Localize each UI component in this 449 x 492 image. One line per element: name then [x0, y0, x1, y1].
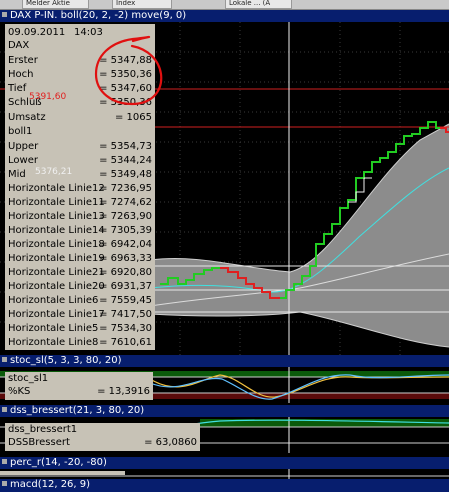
- row-label: Horizontale Linie6: [8, 295, 99, 306]
- row-value: = 7263,90: [99, 211, 152, 222]
- row-value: = 6920,80: [99, 267, 152, 278]
- info-row-umsatz: Umsatz = 1065: [8, 111, 152, 124]
- tab-index[interactable]: Index: [112, 0, 172, 9]
- row-label: Horizontale Linie12: [8, 183, 105, 194]
- row-value: = 5349,48: [99, 169, 152, 180]
- row-label: Horizontale Linie17: [8, 309, 105, 320]
- info-date: 09.09.2011: [8, 27, 66, 38]
- perc-panel-title: perc_r(14, -20, -80): [10, 457, 107, 468]
- main-panel-title: DAX P-IN. boll(20, 2, -2) move(9, 0): [10, 10, 187, 21]
- dss-name: dss_bressert1: [8, 424, 78, 435]
- row-value: = 7236,95: [99, 183, 152, 194]
- row-value: = 7417,50: [99, 309, 152, 320]
- dss-key: DSSBressert: [8, 437, 70, 448]
- main-panel-titlebar[interactable]: DAX P-IN. boll(20, 2, -2) move(9, 0): [0, 10, 449, 22]
- boll-row: Lower = 5344,24: [8, 154, 152, 167]
- boll-name: boll1: [8, 126, 33, 137]
- row-label: Erster: [8, 55, 38, 66]
- row-label: Horizontale Linie21: [8, 267, 105, 278]
- boll-row: Mid = 5349,48: [8, 168, 152, 181]
- stoc-info-panel: stoc_sl1 %KS = 13,3916: [5, 372, 153, 400]
- perc-chart[interactable]: [0, 469, 449, 479]
- row-label: Horizontale Linie19: [8, 253, 105, 264]
- macd-panel-title: macd(12, 26, 9): [10, 479, 91, 490]
- row-label: Horizontale Linie5: [8, 323, 99, 334]
- tab-melder-aktie[interactable]: Melder Aktie: [22, 0, 89, 9]
- macd-panel-titlebar[interactable]: macd(12, 26, 9): [0, 479, 449, 492]
- price-axis-label-upper: 5391,60: [29, 92, 67, 102]
- row-label: Lower: [8, 155, 38, 166]
- boll-row: Horizontale Linie12 = 7236,95: [8, 182, 152, 195]
- row-label: Horizontale Linie18: [8, 239, 105, 250]
- stoc-name: stoc_sl1: [8, 373, 49, 384]
- row-label: Horizontale Linie11: [8, 197, 105, 208]
- panel-menu-icon[interactable]: [2, 12, 7, 17]
- row-value: = 1065: [114, 112, 152, 123]
- row-value: = 6931,37: [99, 281, 152, 292]
- boll-row: Horizontale Linie5 = 7534,30: [8, 322, 152, 335]
- boll-row: Horizontale Linie19 = 6963,33: [8, 252, 152, 265]
- dss-panel-title: dss_bressert(21, 3, 80, 20): [10, 405, 145, 416]
- tab-lokale[interactable]: Lokale ... (A: [225, 0, 292, 9]
- boll-row: Upper = 5354,73: [8, 140, 152, 153]
- stoc-key: %KS: [8, 386, 31, 397]
- row-value: = 5344,24: [99, 155, 152, 166]
- boll-row: Horizontale Linie8 = 7610,61: [8, 336, 152, 349]
- info-symbol: DAX: [8, 40, 30, 51]
- row-value: = 6963,33: [99, 253, 152, 264]
- row-label: Horizontale Linie13: [8, 211, 105, 222]
- boll-row: Horizontale Linie11 = 7274,62: [8, 196, 152, 209]
- row-value: = 7274,62: [99, 197, 152, 208]
- row-label: Horizontale Linie20: [8, 281, 105, 292]
- row-label: Umsatz: [8, 112, 46, 123]
- row-label: Hoch: [8, 69, 34, 80]
- row-label: Horizontale Linie8: [8, 337, 99, 348]
- dss-value: = 63,0860: [144, 437, 197, 448]
- panel-menu-icon[interactable]: [2, 407, 7, 412]
- panel-menu-icon[interactable]: [2, 357, 7, 362]
- window-tab-strip: Melder Aktie Index Lokale ... (A: [0, 0, 449, 10]
- row-label: Horizontale Linie14: [8, 225, 105, 236]
- row-value: = 6942,04: [99, 239, 152, 250]
- row-value: = 7305,39: [99, 225, 152, 236]
- boll-row: Horizontale Linie14 = 7305,39: [8, 224, 152, 237]
- row-label: Mid: [8, 169, 26, 180]
- row-label: Tief: [8, 83, 27, 94]
- panel-menu-icon[interactable]: [2, 481, 7, 486]
- row-value: = 5354,73: [99, 141, 152, 152]
- boll-row: Horizontale Linie18 = 6942,04: [8, 238, 152, 251]
- stoc-panel-title: stoc_sl(5, 3, 3, 80, 20): [10, 355, 122, 366]
- handdrawn-circle-annotation: [94, 35, 163, 106]
- boll-row: Horizontale Linie6 = 7559,45: [8, 294, 152, 307]
- boll-row: Horizontale Linie21 = 6920,80: [8, 266, 152, 279]
- stoc-value: = 13,3916: [97, 386, 150, 397]
- boll-row: Horizontale Linie20 = 6931,37: [8, 280, 152, 293]
- row-value: = 7534,30: [99, 323, 152, 334]
- row-value: = 7610,61: [99, 337, 152, 348]
- dss-panel-titlebar[interactable]: dss_bressert(21, 3, 80, 20): [0, 405, 449, 417]
- info-boll-name-row: boll1: [8, 125, 152, 138]
- price-axis-label-mid: 5376,21: [35, 167, 73, 177]
- perc-panel-titlebar[interactable]: perc_r(14, -20, -80): [0, 457, 449, 469]
- row-label: Upper: [8, 141, 39, 152]
- perc-info-strip: [0, 471, 125, 475]
- panel-menu-icon[interactable]: [2, 459, 7, 464]
- boll-row: Horizontale Linie17 = 7417,50: [8, 308, 152, 321]
- row-value: = 7559,45: [99, 295, 152, 306]
- boll-row: Horizontale Linie13 = 7263,90: [8, 210, 152, 223]
- stoc-panel-titlebar[interactable]: stoc_sl(5, 3, 3, 80, 20): [0, 355, 449, 367]
- dss-info-panel: dss_bressert1 DSSBressert = 63,0860: [5, 423, 200, 451]
